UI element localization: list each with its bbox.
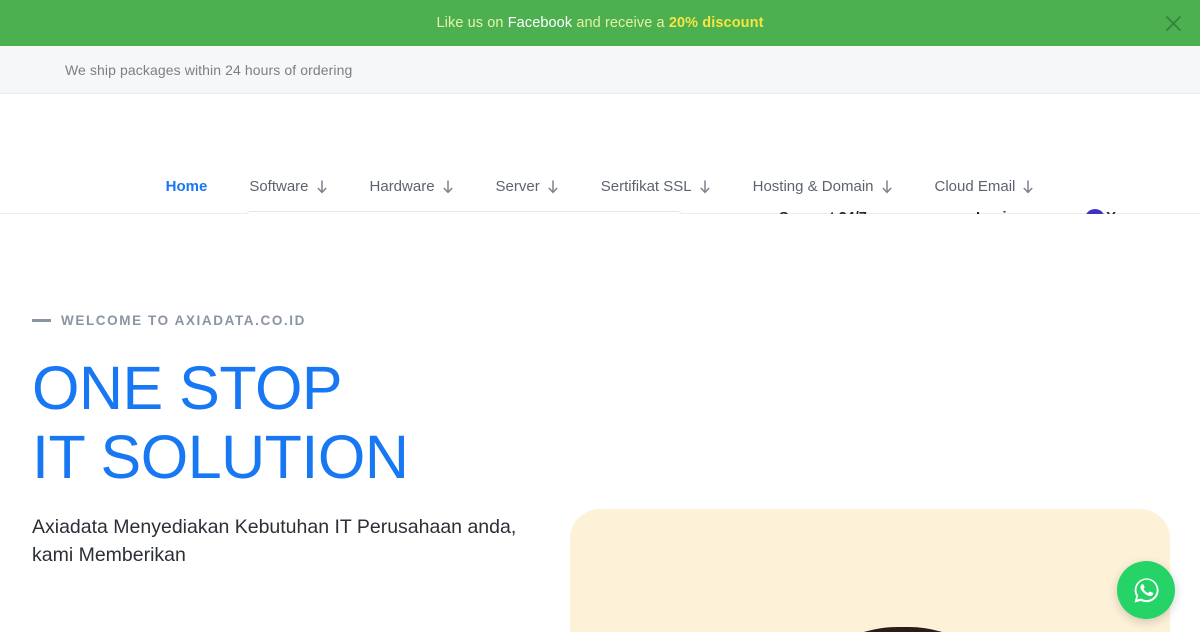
hero-photo-woman-with-glasses bbox=[778, 569, 1078, 632]
nav-label: Home bbox=[165, 178, 208, 195]
nav-item-sertifikat-ssl[interactable]: Sertifikat SSL bbox=[580, 178, 732, 195]
hero-image-card bbox=[570, 509, 1170, 632]
hair-fringe-shape bbox=[812, 627, 994, 632]
nav-item-cloud-email[interactable]: Cloud Email bbox=[914, 178, 1056, 195]
page-title: ONE STOP IT SOLUTION bbox=[32, 354, 532, 492]
chevron-down-icon bbox=[699, 179, 711, 194]
promo-banner-text: Like us on Facebook and receive a 20% di… bbox=[436, 15, 763, 31]
hero-eyebrow-text: WELCOME TO AXIADATA.CO.ID bbox=[61, 313, 306, 328]
hero-section: WELCOME TO AXIADATA.CO.ID ONE STOP IT SO… bbox=[0, 214, 1200, 632]
nav-item-software[interactable]: Software bbox=[228, 178, 348, 195]
nav-label: Software bbox=[249, 178, 309, 195]
hero-subtext: Axiadata Menyediakan Kebutuhan IT Perusa… bbox=[32, 515, 517, 566]
shipping-notice-bar: We ship packages within 24 hours of orde… bbox=[0, 46, 1200, 94]
nav-item-hosting-domain[interactable]: Hosting & Domain bbox=[732, 178, 914, 195]
promo-text-middle: and receive a bbox=[572, 15, 669, 31]
nav-item-server[interactable]: Server bbox=[475, 178, 580, 195]
nav-items: Home Software Hardware Server Sertifikat… bbox=[145, 178, 1056, 195]
nav-label: Server bbox=[495, 178, 540, 195]
chevron-down-icon bbox=[442, 179, 454, 194]
chevron-down-icon bbox=[1022, 179, 1034, 194]
site-header: Support 24/7 (+62)81287320990 Login or r… bbox=[0, 94, 1200, 250]
whatsapp-icon bbox=[1134, 577, 1159, 602]
promo-text-discount: 20% discount bbox=[668, 15, 764, 31]
whatsapp-chat-button[interactable] bbox=[1117, 561, 1175, 619]
promo-banner: Like us on Facebook and receive a 20% di… bbox=[0, 0, 1200, 46]
nav-label: Hardware bbox=[369, 178, 435, 195]
nav-label: Hosting & Domain bbox=[752, 178, 874, 195]
hero-copy: WELCOME TO AXIADATA.CO.ID ONE STOP IT SO… bbox=[32, 313, 532, 569]
chevron-down-icon bbox=[316, 179, 328, 194]
hero-eyebrow: WELCOME TO AXIADATA.CO.ID bbox=[32, 313, 532, 328]
chevron-down-icon bbox=[547, 179, 559, 194]
shipping-notice-text: We ship packages within 24 hours of orde… bbox=[65, 61, 353, 78]
nav-label: Cloud Email bbox=[934, 178, 1016, 195]
nav-label: Sertifikat SSL bbox=[600, 178, 692, 195]
dash-icon bbox=[32, 319, 51, 322]
headline-line-2: IT SOLUTION bbox=[32, 422, 409, 491]
promo-text-like: Like us on bbox=[436, 15, 508, 31]
nav-item-hardware[interactable]: Hardware bbox=[349, 178, 475, 195]
chevron-down-icon bbox=[881, 179, 893, 194]
headline-line-1: ONE STOP bbox=[32, 354, 343, 422]
nav-item-home[interactable]: Home bbox=[145, 178, 229, 195]
promo-link-facebook[interactable]: Facebook bbox=[508, 15, 572, 31]
close-icon[interactable] bbox=[1160, 10, 1186, 36]
